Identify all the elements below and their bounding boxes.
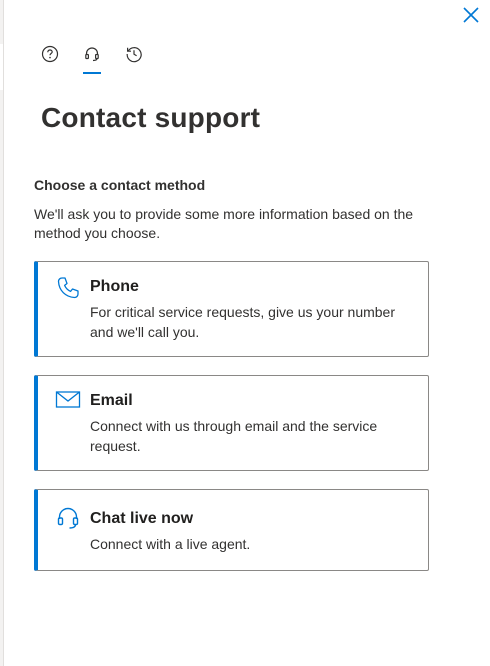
contact-method-chat[interactable]: Chat live now Connect with a live agent.	[34, 489, 429, 571]
headset-icon	[85, 47, 99, 62]
card-description: Connect with a live agent.	[90, 536, 251, 552]
phone-icon	[54, 274, 82, 302]
card-description: For critical service requests, give us y…	[90, 304, 395, 340]
mail-icon	[54, 386, 82, 414]
contact-method-email[interactable]: Email Connect with us through email and …	[34, 375, 429, 471]
tab-contact-support[interactable]	[80, 42, 104, 66]
card-title: Phone	[90, 278, 139, 295]
tab-history[interactable]	[122, 42, 146, 66]
card-title: Chat live now	[90, 510, 194, 527]
help-circle-icon	[41, 45, 59, 63]
contact-method-phone[interactable]: Phone For critical service requests, giv…	[34, 261, 429, 357]
close-button[interactable]	[460, 4, 482, 26]
background-panel-edge	[0, 0, 4, 666]
card-description: Connect with us through email and the se…	[90, 418, 378, 454]
contact-method-description: We'll ask you to provide some more infor…	[34, 206, 414, 241]
tab-help[interactable]	[38, 42, 62, 66]
headset-icon	[54, 504, 82, 532]
page-title: Contact support	[41, 102, 261, 133]
contact-method-heading: Choose a contact method	[34, 177, 206, 193]
history-icon	[126, 47, 142, 63]
selected-tab-indicator	[83, 72, 101, 74]
close-icon	[463, 7, 479, 23]
card-title: Email	[90, 392, 133, 409]
